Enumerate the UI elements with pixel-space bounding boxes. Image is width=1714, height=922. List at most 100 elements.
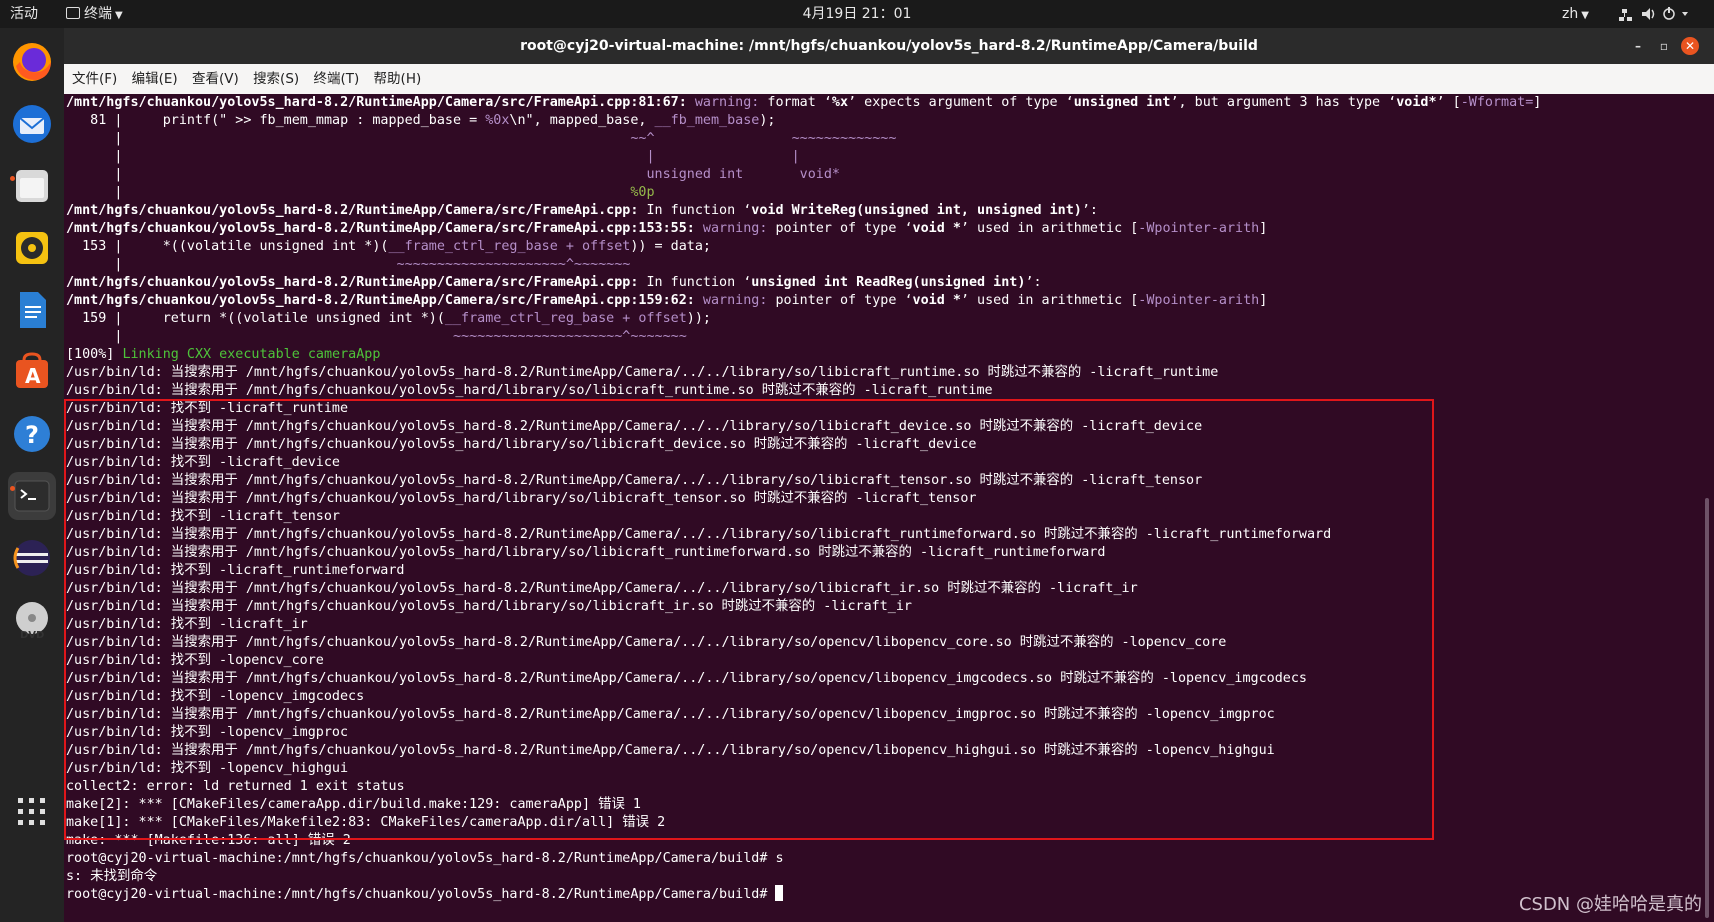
terminal-text: /usr/bin/ld: 当搜索用于 /mnt/hgfs/chuankou/yo… [66, 581, 1138, 596]
dock-help[interactable]: ? [8, 410, 56, 458]
terminal-line: /usr/bin/ld: 当搜索用于 /mnt/hgfs/chuankou/yo… [66, 544, 1541, 562]
terminal-text: /usr/bin/ld: 找不到 -licraft_runtimeforward [66, 563, 405, 578]
menu-terminal[interactable]: 终端(T) [313, 64, 359, 94]
watermark: CSDN @娃哈哈是真的 [1518, 894, 1702, 915]
terminal-line: /usr/bin/ld: 找不到 -licraft_tensor [66, 508, 1541, 526]
terminal-line: /usr/bin/ld: 找不到 -licraft_runtime [66, 400, 1541, 418]
terminal-text: )) = data; [630, 239, 711, 254]
terminal-text: void * [912, 293, 961, 308]
svg-text:DVD: DVD [20, 630, 44, 641]
input-method-button[interactable]: zh ▼ [1562, 0, 1589, 30]
terminal-text: warning: [694, 95, 768, 110]
terminal-text: %x [831, 95, 849, 110]
terminal-app-menu[interactable]: 终端 ▼ [66, 0, 123, 30]
terminal-text: | [66, 185, 631, 200]
terminal-line: | | | [66, 148, 1541, 166]
terminal-text: %0x [485, 113, 510, 128]
terminal-text: ); [759, 113, 776, 128]
close-icon: ✕ [1684, 39, 1696, 53]
dock-files[interactable] [8, 162, 56, 210]
terminal-text: void* [1396, 95, 1437, 110]
terminal-text: /usr/bin/ld: 当搜索用于 /mnt/hgfs/chuankou/yo… [66, 635, 1227, 650]
terminal-text: | [66, 329, 453, 344]
menu-view[interactable]: 查看(V) [192, 64, 239, 94]
dock-terminal[interactable] [8, 472, 56, 520]
terminal-text: | [66, 167, 647, 182]
menu-bar: 文件(F) 编辑(E) 查看(V) 搜索(S) 终端(T) 帮助(H) [64, 64, 1714, 94]
terminal-text: /mnt/hgfs/chuankou/yolov5s_hard-8.2/Runt… [66, 95, 695, 110]
terminal-text: /usr/bin/ld: 找不到 -lopencv_imgproc [66, 725, 349, 740]
chevron-down-icon: ▼ [1581, 10, 1589, 21]
terminal-text: 153 | *((volatile unsigned int *)( [66, 239, 389, 254]
menu-search[interactable]: 搜索(S) [253, 64, 299, 94]
terminal-line: /usr/bin/ld: 当搜索用于 /mnt/hgfs/chuankou/yo… [66, 526, 1541, 544]
terminal-window: root@cyj20-virtual-machine: /mnt/hgfs/ch… [64, 28, 1714, 922]
terminal-text: /usr/bin/ld: 找不到 -licraft_ir [66, 617, 308, 632]
close-button[interactable]: ✕ [1681, 37, 1699, 55]
terminal-text: ’ used in arithmetic [ [960, 293, 1139, 308]
dock-dvd[interactable]: DVD [8, 596, 56, 644]
terminal-text: | [66, 257, 397, 272]
terminal-text: void* [799, 167, 840, 182]
terminal-text: ’: [1025, 275, 1042, 290]
terminal-line: /mnt/hgfs/chuankou/yolov5s_hard-8.2/Runt… [66, 202, 1541, 220]
title-bar[interactable]: root@cyj20-virtual-machine: /mnt/hgfs/ch… [64, 28, 1714, 64]
terminal-text: make[2]: *** [CMakeFiles/cameraApp.dir/b… [66, 797, 641, 812]
menu-edit[interactable]: 编辑(E) [132, 64, 178, 94]
terminal-text: /usr/bin/ld: 找不到 -licraft_tensor [66, 509, 340, 524]
menu-help[interactable]: 帮助(H) [374, 64, 422, 94]
terminal-line: root@cyj20-virtual-machine:/mnt/hgfs/chu… [66, 885, 1541, 904]
terminal-text: In function ‘ [638, 275, 752, 290]
terminal-text: __fb_mem_base [654, 113, 760, 128]
minimize-button[interactable]: – [1629, 37, 1647, 55]
dock-eclipse[interactable] [8, 534, 56, 582]
dock: A ? DVD [0, 28, 64, 922]
terminal-text: -Wformat= [1460, 95, 1534, 110]
terminal-text: | [646, 149, 655, 164]
terminal-line: /usr/bin/ld: 找不到 -lopencv_imgcodecs [66, 688, 1541, 706]
terminal-output[interactable]: /mnt/hgfs/chuankou/yolov5s_hard-8.2/Runt… [64, 94, 1714, 922]
terminal-line: make[2]: *** [CMakeFiles/cameraApp.dir/b… [66, 796, 1541, 814]
thunderbird-icon [13, 105, 51, 143]
terminal-line: /usr/bin/ld: 当搜索用于 /mnt/hgfs/chuankou/yo… [66, 364, 1541, 382]
terminal-text: /usr/bin/ld: 当搜索用于 /mnt/hgfs/chuankou/yo… [66, 491, 977, 506]
terminal-text: pointer of type ‘ [775, 221, 913, 236]
chevron-down-icon [1682, 12, 1688, 16]
activities-button[interactable]: 活动 [10, 0, 38, 28]
terminal-text: /usr/bin/ld: 当搜索用于 /mnt/hgfs/chuankou/yo… [66, 473, 1203, 488]
maximize-button[interactable]: ▫ [1655, 37, 1673, 55]
menu-file[interactable]: 文件(F) [72, 64, 117, 94]
terminal-line: 159 | return *((volatile unsigned int *)… [66, 310, 1541, 328]
terminal-text: unsigned int ReadReg(unsigned int) [751, 275, 1026, 290]
terminal-line: make: *** [Makefile:136: all] 错误 2 [66, 832, 1541, 850]
terminal-text: /usr/bin/ld: 当搜索用于 /mnt/hgfs/chuankou/yo… [66, 671, 1307, 686]
top-bar: 活动 终端 ▼ 4月19日 21：01 zh ▼ [0, 0, 1714, 28]
terminal-line: root@cyj20-virtual-machine:/mnt/hgfs/chu… [66, 850, 1541, 868]
terminal-line: /mnt/hgfs/chuankou/yolov5s_hard-8.2/Runt… [66, 292, 1541, 310]
terminal-line: | ~~^ ~~~~~~~~~~~~~ [66, 130, 1541, 148]
terminal-line: /usr/bin/ld: 找不到 -lopencv_core [66, 652, 1541, 670]
files-icon [16, 170, 48, 202]
terminal-text: root@cyj20-virtual-machine:/mnt/hgfs/chu… [66, 851, 784, 866]
terminal-line: /mnt/hgfs/chuankou/yolov5s_hard-8.2/Runt… [66, 94, 1541, 112]
terminal-line: /usr/bin/ld: 当搜索用于 /mnt/hgfs/chuankou/yo… [66, 634, 1541, 652]
dock-firefox[interactable] [8, 38, 56, 86]
terminal-line: /usr/bin/ld: 当搜索用于 /mnt/hgfs/chuankou/yo… [66, 436, 1541, 454]
terminal-text: 159 | return *((volatile unsigned int *)… [66, 311, 445, 326]
terminal-text: warning: [702, 293, 776, 308]
dock-software[interactable]: A [8, 348, 56, 396]
firefox-icon [13, 43, 51, 81]
dock-rhythmbox[interactable] [8, 224, 56, 272]
scrollbar-thumb[interactable] [1705, 498, 1709, 918]
running-indicator [10, 486, 15, 491]
terminal-text: %0p [630, 185, 655, 200]
terminal-line: /usr/bin/ld: 找不到 -lopencv_highgui [66, 760, 1541, 778]
dock-writer[interactable] [8, 286, 56, 334]
terminal-text: /usr/bin/ld: 当搜索用于 /mnt/hgfs/chuankou/yo… [66, 545, 1106, 560]
show-applications-button[interactable] [8, 788, 56, 836]
dock-thunderbird[interactable] [8, 100, 56, 148]
clock[interactable]: 4月19日 21：01 [803, 6, 912, 22]
terminal-text: root@cyj20-virtual-machine:/mnt/hgfs/chu… [66, 887, 776, 902]
terminal-line: | ~~~~~~~~~~~~~~~~~~~~~^~~~~~~~ [66, 256, 1541, 274]
